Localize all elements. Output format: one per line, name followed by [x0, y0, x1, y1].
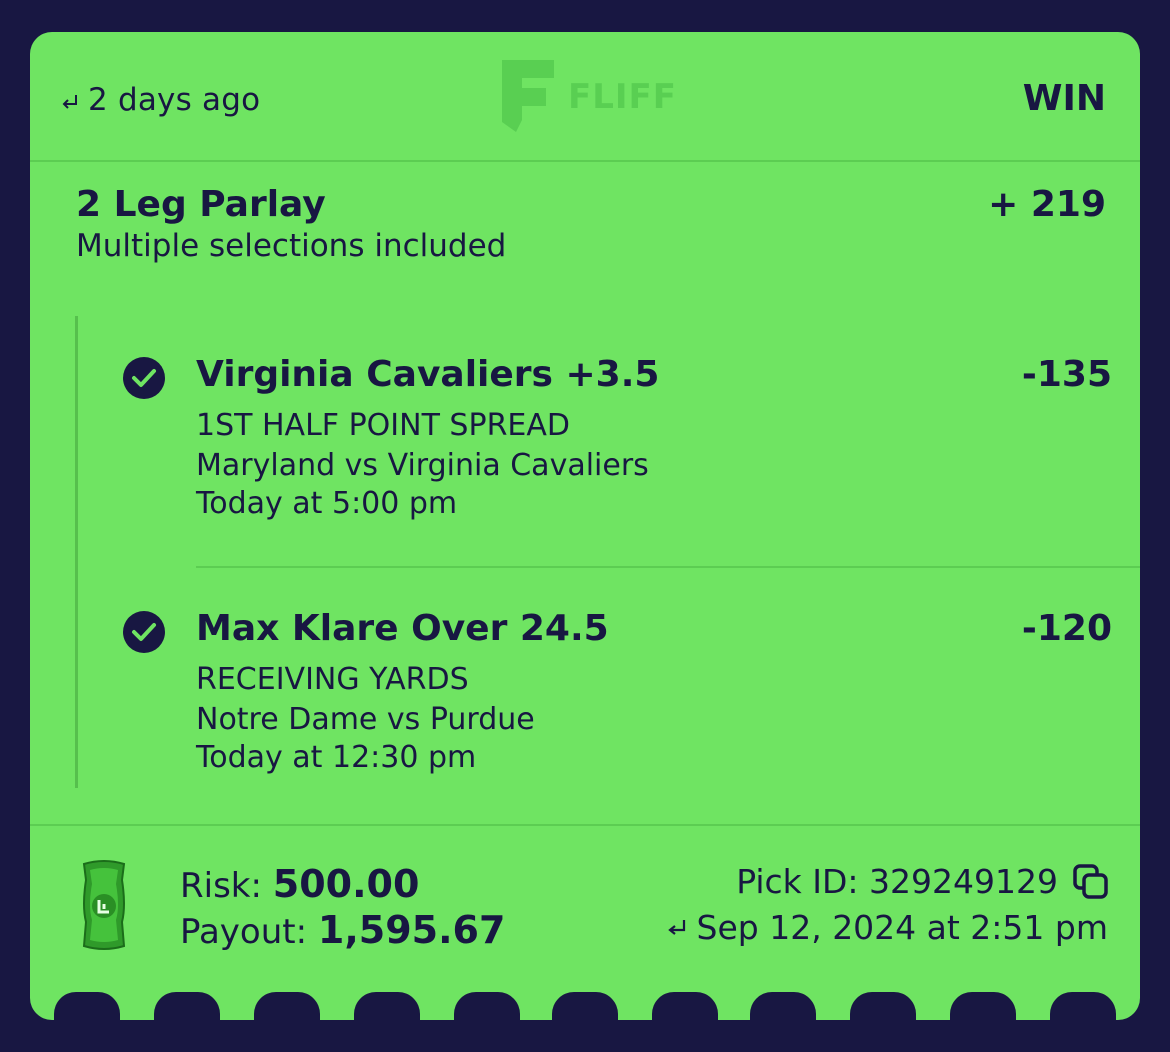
leg-1: Virginia Cavaliers +3.5 -135 1ST HALF PO…: [122, 354, 1112, 524]
parlay-title: 2 Leg Parlay: [76, 184, 326, 225]
check-circle-icon: [123, 357, 165, 399]
bet-ticket: 2 days ago FLIFF WIN 2 Leg Parlay Multip…: [30, 32, 1140, 1020]
fliff-logo: FLIFF: [500, 58, 677, 136]
ticket-header: 2 days ago FLIFF WIN: [30, 32, 1140, 162]
placed-at-text: Sep 12, 2024 at 2:51 pm: [696, 908, 1108, 947]
payout-value: 1,595.67: [317, 908, 506, 952]
ticket-perforation: [154, 992, 220, 1020]
ticket-perforation: [454, 992, 520, 1020]
footer-divider: [30, 824, 1140, 826]
leg-matchup: Maryland vs Virginia Cavaliers: [196, 448, 649, 483]
logo-text: FLIFF: [568, 77, 677, 117]
ticket-perforation: [552, 992, 618, 1020]
placed-at: Sep 12, 2024 at 2:51 pm: [665, 908, 1108, 947]
ticket-perforation: [254, 992, 320, 1020]
ticket-perforation: [850, 992, 916, 1020]
leg-odds: -120: [1021, 608, 1112, 649]
leg-time: Today at 12:30 pm: [196, 740, 477, 775]
risk-amount: Risk: 500.00: [180, 862, 419, 906]
parlay-subtitle: Multiple selections included: [76, 228, 507, 264]
ticket-perforation: [652, 992, 718, 1020]
leg-odds: -135: [1021, 354, 1112, 395]
pick-id: Pick ID: 329249129: [736, 862, 1110, 901]
return-arrow-icon: [667, 919, 685, 935]
time-ago: 2 days ago: [60, 82, 260, 118]
return-arrow-icon: [62, 95, 77, 109]
leg-market: 1ST HALF POINT SPREAD: [196, 408, 570, 443]
legs-connector: [75, 316, 78, 788]
ticket-perforation: [354, 992, 420, 1020]
parlay-odds: + 219: [988, 184, 1106, 225]
leg-divider: [196, 566, 1140, 568]
bet-status: WIN: [1022, 78, 1106, 119]
leg-matchup: Notre Dame vs Purdue: [196, 702, 535, 737]
pick-id-text: Pick ID: 329249129: [736, 862, 1058, 901]
ticket-perforation: [1050, 992, 1116, 1020]
copy-icon[interactable]: [1072, 863, 1110, 901]
risk-value: 500.00: [272, 862, 420, 906]
leg-market: RECEIVING YARDS: [196, 662, 469, 697]
risk-label: Risk:: [180, 866, 262, 906]
cash-icon: [82, 860, 126, 950]
fliff-logo-icon: [502, 60, 554, 132]
check-circle-icon: [123, 611, 165, 653]
time-ago-text: 2 days ago: [88, 82, 261, 118]
leg-title: Max Klare Over 24.5: [196, 608, 609, 649]
payout-amount: Payout: 1,595.67: [180, 908, 505, 952]
ticket-perforation: [750, 992, 816, 1020]
leg-time: Today at 5:00 pm: [196, 486, 458, 521]
header-divider: [30, 160, 1140, 162]
ticket-perforation: [54, 992, 120, 1020]
leg-2: Max Klare Over 24.5 -120 RECEIVING YARDS…: [122, 608, 1112, 778]
ticket-perforation: [950, 992, 1016, 1020]
leg-title: Virginia Cavaliers +3.5: [196, 354, 660, 395]
payout-label: Payout:: [180, 912, 308, 952]
